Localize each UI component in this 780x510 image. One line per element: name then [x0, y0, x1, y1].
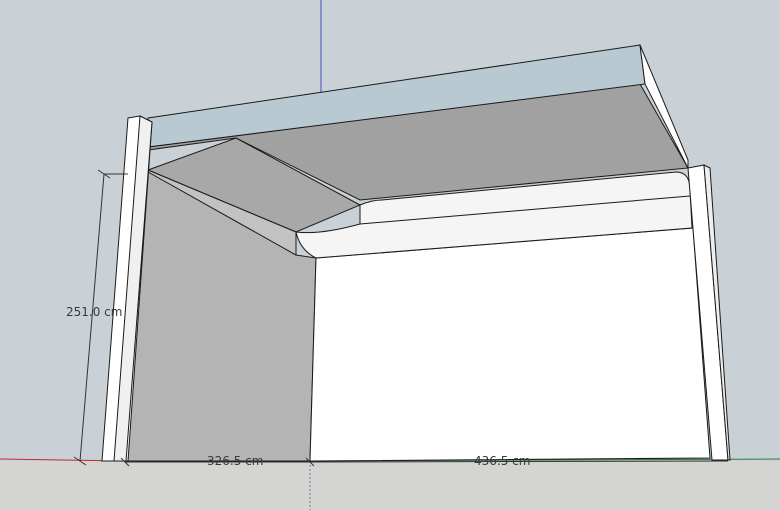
3d-model-scene[interactable]: [0, 0, 780, 510]
back-wall[interactable]: [309, 227, 711, 462]
height-dimension-label: 251.0 cm: [66, 305, 123, 319]
ground-plane: [0, 461, 780, 510]
width-dimension-label: 436.5 cm: [474, 454, 531, 468]
modeling-viewport[interactable]: 251.0 cm 326.5 cm 436.5 cm: [0, 0, 780, 510]
depth-dimension-label: 326.5 cm: [207, 454, 264, 468]
